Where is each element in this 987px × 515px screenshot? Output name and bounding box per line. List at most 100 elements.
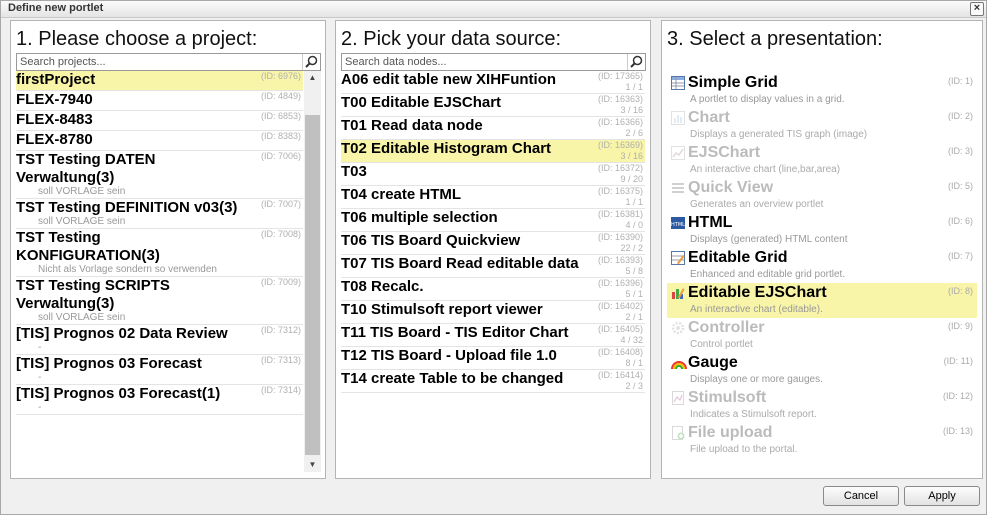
search-icon[interactable] [627,54,645,70]
datasource-list-item[interactable]: T01 Read data node (ID: 16366) 2 / 6 [341,117,645,140]
datasource-list-item[interactable]: T02 Editable Histogram Chart (ID: 16369) 3… [341,140,645,163]
project-id: (ID: 7007) [260,199,301,209]
project-list-item[interactable]: [TIS] Prognos 03 Forecast (ID: 7313) - [16,355,303,385]
presentation-id: (ID: 5) [947,181,973,191]
project-list-item[interactable]: TST Testing DATEN Verwaltung(3) (ID: 7006… [16,151,303,199]
project-scrollbar[interactable]: ▲ ▼ [304,71,321,472]
datasource-id: (ID: 16375) [597,186,643,196]
project-list-item[interactable]: firstProject (ID: 6976) [16,71,303,91]
define-portlet-dialog: Define new portlet × 1. Please choose a … [0,0,987,515]
project-list-item[interactable]: [TIS] Prognos 03 Forecast(1) (ID: 7314) - [16,385,303,415]
project-name: [TIS] Prognos 02 Data Review [16,325,228,342]
datasource-id: (ID: 16414) [597,370,643,380]
project-name: FLEX-8780 [16,131,93,148]
datasource-list-item[interactable]: A06 edit table new XIHFuntion (ID: 17365)… [341,71,645,94]
project-list-item[interactable]: FLEX-8483 (ID: 6853) [16,111,303,131]
project-description: - [38,372,42,383]
datasource-list-item[interactable]: T12 TIS Board - Upload file 1.0 (ID: 1640… [341,347,645,370]
datasource-id: (ID: 16402) [597,301,643,311]
datasource-count: 1 / 1 [625,82,643,92]
datasource-count: 4 / 0 [625,220,643,230]
datasource-count: 4 / 32 [620,335,643,345]
presentation-item[interactable]: Stimulsoft (ID: 12) Indicates a Stimulsoft… [667,388,977,423]
scroll-up-icon[interactable]: ▲ [304,71,321,85]
datasource-list-item[interactable]: T00 Editable EJSChart (ID: 16363) 3 / 16 [341,94,645,117]
quickview-icon [671,181,685,195]
rainbow-icon [671,356,687,370]
project-list-item[interactable]: FLEX-7940 (ID: 4849) [16,91,303,111]
svg-text:HTML: HTML [671,222,685,228]
presentation-item[interactable]: HTML HTML (ID: 6) Displays (generated) HTML… [667,213,977,248]
project-name: TST Testing DEFINITION v03(3) [16,199,238,216]
presentation-item[interactable]: File upload (ID: 13) File upload to the po… [667,423,977,458]
project-id: (ID: 6976) [260,71,301,81]
dialog-titlebar: Define new portlet × [1,1,986,18]
search-icon[interactable] [302,54,320,70]
project-heading: 1. Please choose a project: [16,28,258,50]
presentation-description: Enhanced and editable grid portlet. [690,269,846,280]
datasource-list-item[interactable]: T06 TIS Board Quickview (ID: 16390) 22 / 2 [341,232,645,255]
cancel-button[interactable]: Cancel [823,486,899,506]
project-list-item[interactable]: [TIS] Prognos 02 Data Review (ID: 7312) - [16,325,303,355]
scroll-down-icon[interactable]: ▼ [304,458,321,472]
datasource-id: (ID: 16372) [597,163,643,173]
presentation-item[interactable]: Simple Grid (ID: 1) A portlet to display v… [667,73,977,108]
datasource-list-item[interactable]: T04 create HTML (ID: 16375) 1 / 1 [341,186,645,209]
project-list-item[interactable]: TST Testing DEFINITION v03(3) (ID: 7007) s… [16,199,303,229]
project-list-item[interactable]: TST Testing SCRIPTS Verwaltung(3) (ID: 70… [16,277,303,325]
presentation-id: (ID: 6) [947,216,973,226]
presentation-list: Simple Grid (ID: 1) A portlet to display v… [667,73,977,478]
datasource-list-item[interactable]: T07 TIS Board Read editable data (ID: 163… [341,255,645,278]
chart-icon [671,111,685,125]
project-panel: 1. Please choose a project: firstProject… [10,20,326,479]
apply-button[interactable]: Apply [904,486,980,506]
presentation-item[interactable]: Gauge (ID: 11) Displays one or more gauges… [667,353,977,388]
presentation-id: (ID: 13) [942,426,973,436]
datasource-list: A06 edit table new XIHFuntion (ID: 17365)… [341,71,645,478]
datasource-count: 2 / 3 [625,381,643,391]
presentation-id: (ID: 9) [947,321,973,331]
project-id: (ID: 4849) [260,91,301,101]
project-list-item[interactable]: FLEX-8780 (ID: 8383) [16,131,303,151]
editable-grid-icon [671,251,685,265]
presentation-item[interactable]: Editable EJSChart (ID: 8) An interactive c… [667,283,977,318]
datasource-count: 8 / 1 [625,358,643,368]
project-description: Nicht als Vorlage sondern so verwenden [38,264,217,275]
presentation-id: (ID: 12) [942,391,973,401]
project-description: soll VORLAGE sein [38,216,126,227]
presentation-description: Generates an overview portlet [690,199,824,210]
presentation-item[interactable]: Editable Grid (ID: 7) Enhanced and editabl… [667,248,977,283]
presentation-panel: 3. Select a presentation: Simple Grid (ID… [661,20,983,479]
presentation-id: (ID: 7) [947,251,973,261]
project-list-item[interactable]: TST Testing KONFIGURATION(3) (ID: 7008) Ni… [16,229,303,277]
presentation-item[interactable]: Chart (ID: 2) Displays a generated TIS gra… [667,108,977,143]
project-id: (ID: 7006) [260,151,301,161]
datasource-id: (ID: 16396) [597,278,643,288]
gear-icon [671,321,685,335]
presentation-description: An interactive chart (line,bar,area) [690,164,841,175]
project-name: [TIS] Prognos 03 Forecast [16,355,202,372]
datasource-count: 3 / 16 [620,105,643,115]
presentation-name: Gauge [688,354,738,371]
close-icon[interactable]: × [970,2,984,16]
project-search-input[interactable] [17,54,300,70]
presentation-heading: 3. Select a presentation: [667,28,883,50]
presentation-item[interactable]: Quick View (ID: 5) Generates an overview p… [667,178,977,213]
datasource-list-item[interactable]: T14 create Table to be changed (ID: 16414… [341,370,645,393]
project-name: firstProject [16,71,96,88]
datasource-id: (ID: 16390) [597,232,643,242]
datasource-list-item[interactable]: T08 Recalc. (ID: 16396) 5 / 1 [341,278,645,301]
datasource-search-input[interactable] [342,54,625,70]
project-id: (ID: 7009) [260,277,301,287]
datasource-list-item[interactable]: T10 Stimulsoft report viewer (ID: 16402) 2… [341,301,645,324]
project-description: - [38,342,42,353]
presentation-item[interactable]: Controller (ID: 9) Control portlet [667,318,977,353]
report-icon [671,391,685,405]
datasource-list-item[interactable]: T03 (ID: 16372) 9 / 20 [341,163,645,186]
scroll-thumb[interactable] [305,115,320,455]
presentation-item[interactable]: EJSChart (ID: 3) An interactive chart (lin… [667,143,977,178]
datasource-list-item[interactable]: T06 multiple selection (ID: 16381) 4 / 0 [341,209,645,232]
datasource-id: (ID: 16363) [597,94,643,104]
datasource-list-item[interactable]: T11 TIS Board - TIS Editor Chart (ID: 164… [341,324,645,347]
presentation-description: File upload to the portal. [690,444,798,455]
